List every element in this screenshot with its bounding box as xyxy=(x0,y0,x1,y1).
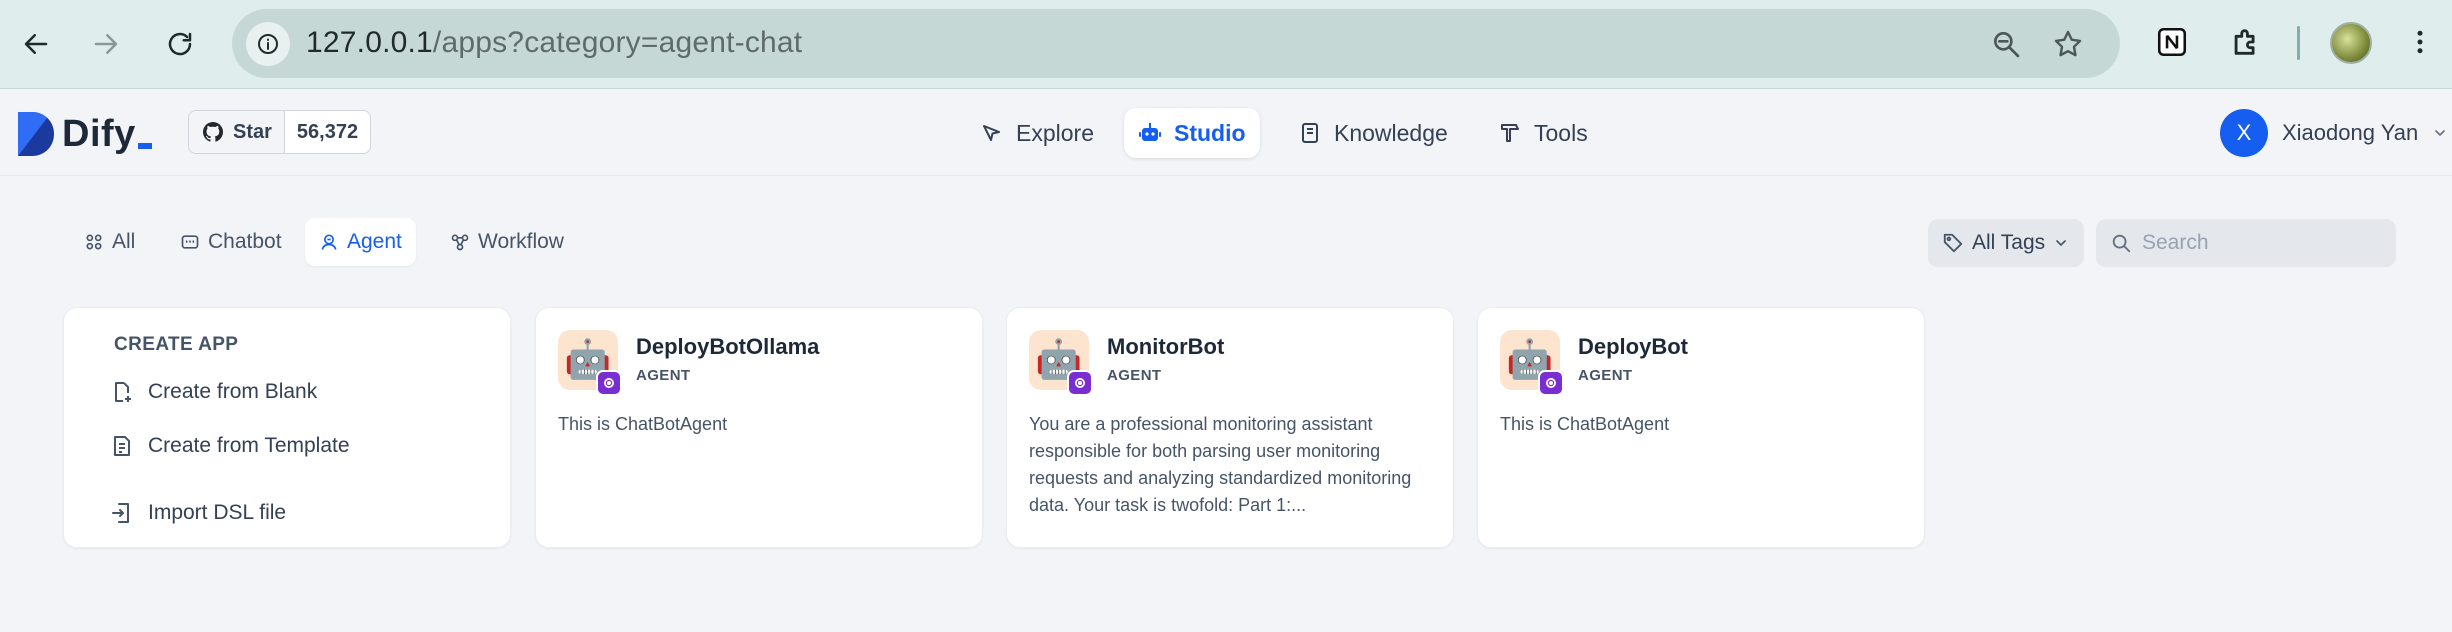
book-icon xyxy=(1302,123,1318,143)
search-input[interactable] xyxy=(2142,231,2382,255)
back-button[interactable] xyxy=(12,20,60,68)
app-mode: AGENT xyxy=(1578,367,1633,384)
browser-menu-icon[interactable] xyxy=(2400,22,2440,62)
create-from-template-button[interactable]: Create from Template xyxy=(110,428,350,464)
url-host: 127.0.0.1 xyxy=(306,26,433,59)
zoom-icon[interactable] xyxy=(1988,26,2024,62)
search-field[interactable] xyxy=(2096,219,2396,267)
extensions-puzzle-icon[interactable] xyxy=(2226,22,2266,62)
forward-button[interactable] xyxy=(82,20,130,68)
create-from-blank-label: Create from Blank xyxy=(148,380,318,403)
github-star-button[interactable]: Star 56,372 xyxy=(188,110,372,154)
app-card-deploybot[interactable]: 🤖 DeployBot AGENT This is ChatBotAgent xyxy=(1477,307,1925,548)
user-avatar: X xyxy=(2220,109,2268,157)
tab-workflow-label: Workflow xyxy=(478,230,564,253)
nav-tools-label: Tools xyxy=(1534,119,1588,146)
github-icon xyxy=(203,122,223,142)
nav-explore-label: Explore xyxy=(1016,119,1094,146)
agent-badge-icon xyxy=(596,370,622,396)
app-name: MonitorBot xyxy=(1107,334,1225,359)
tab-chatbot-label: Chatbot xyxy=(208,230,282,253)
browser-toolbar: 127.0.0.1/apps?category=agent-chat xyxy=(0,0,2452,89)
app-card-deploybotollama[interactable]: 🤖 DeployBotOllama AGENT This is ChatBotA… xyxy=(535,307,983,548)
notion-extension-icon[interactable] xyxy=(2152,22,2192,62)
browser-profile-avatar[interactable] xyxy=(2330,22,2372,64)
reload-icon xyxy=(168,32,192,56)
chevron-down-icon xyxy=(2056,240,2066,247)
app-mode: AGENT xyxy=(636,367,691,384)
app-description: This is ChatBotAgent xyxy=(558,414,728,434)
github-star-label-group: Star xyxy=(189,111,285,153)
agent-badge-icon xyxy=(1538,370,1564,396)
site-info-icon[interactable] xyxy=(246,22,290,66)
dify-logo-mark xyxy=(18,112,54,156)
user-name: Xiaodong Yan xyxy=(2282,120,2419,145)
file-plus-icon xyxy=(115,382,131,402)
tab-agent-label: Agent xyxy=(347,230,402,253)
nav-knowledge-label: Knowledge xyxy=(1334,119,1448,146)
nav-tools[interactable]: Tools xyxy=(1484,108,1602,158)
arrow-right-icon xyxy=(94,34,118,54)
logo-text: Dify xyxy=(62,112,136,155)
app-card-monitorbot[interactable]: 🤖 MonitorBot AGENT You are a professiona… xyxy=(1006,307,1454,548)
import-dsl-label: Import DSL file xyxy=(148,501,287,524)
grid-icon xyxy=(86,234,102,250)
compass-icon xyxy=(983,125,1000,141)
tag-filter-dropdown[interactable]: All Tags xyxy=(1928,219,2084,267)
dify-logo[interactable]: Dify xyxy=(18,112,152,156)
tab-all[interactable]: All xyxy=(70,218,149,266)
nav-studio-label: Studio xyxy=(1174,119,1246,146)
tab-agent[interactable]: Agent xyxy=(305,218,416,266)
tag-icon xyxy=(1943,233,1963,253)
tab-all-label: All xyxy=(112,230,136,253)
agent-icon xyxy=(321,234,337,250)
logo-underscore xyxy=(137,143,152,149)
app-description: This is ChatBotAgent xyxy=(1500,414,1670,434)
nav-explore[interactable]: Explore xyxy=(966,108,1108,158)
tab-chatbot[interactable]: Chatbot xyxy=(166,218,296,266)
nav-studio[interactable]: Studio xyxy=(1124,108,1260,158)
chat-icon xyxy=(181,235,199,249)
github-star-count: 56,372 xyxy=(296,120,359,143)
toolbar-divider xyxy=(2297,26,2300,60)
robot-icon xyxy=(1139,123,1161,141)
address-bar[interactable]: 127.0.0.1/apps?category=agent-chat xyxy=(232,9,2120,78)
create-from-template-label: Create from Template xyxy=(148,434,350,457)
app-name: DeployBotOllama xyxy=(636,334,820,359)
create-from-blank-button[interactable]: Create from Blank xyxy=(110,374,317,410)
nav-knowledge[interactable]: Knowledge xyxy=(1284,108,1462,158)
import-dsl-button[interactable]: Import DSL file xyxy=(110,495,286,531)
agent-badge-icon xyxy=(1067,370,1093,396)
url-path: /apps?category=agent-chat xyxy=(432,26,803,59)
bookmark-star-icon[interactable] xyxy=(2050,26,2086,62)
import-file-icon xyxy=(112,503,129,523)
search-icon xyxy=(2112,234,2131,253)
file-template-icon xyxy=(114,436,130,456)
github-star-label: Star xyxy=(233,120,272,143)
hammer-icon xyxy=(1501,124,1519,142)
app-header: Dify Star 56,372 Explore Studio Knowledg… xyxy=(0,90,2452,176)
reload-button[interactable] xyxy=(156,20,204,68)
tag-filter-label: All Tags xyxy=(1972,231,2046,254)
app-mode: AGENT xyxy=(1107,367,1162,384)
app-description: You are a professional monitoring assist… xyxy=(1029,414,1412,515)
app-name: DeployBot xyxy=(1578,334,1688,359)
user-menu[interactable]: X Xiaodong Yan xyxy=(2220,109,2448,157)
arrow-left-icon xyxy=(24,34,48,54)
tab-workflow[interactable]: Workflow xyxy=(436,218,578,266)
create-app-title: CREATE APP xyxy=(114,334,239,355)
workflow-icon xyxy=(451,234,469,251)
chevron-down-icon xyxy=(2435,130,2446,137)
url-text: 127.0.0.1/apps?category=agent-chat xyxy=(306,26,802,60)
create-app-card: CREATE APP Create from Blank Create from… xyxy=(63,307,511,548)
